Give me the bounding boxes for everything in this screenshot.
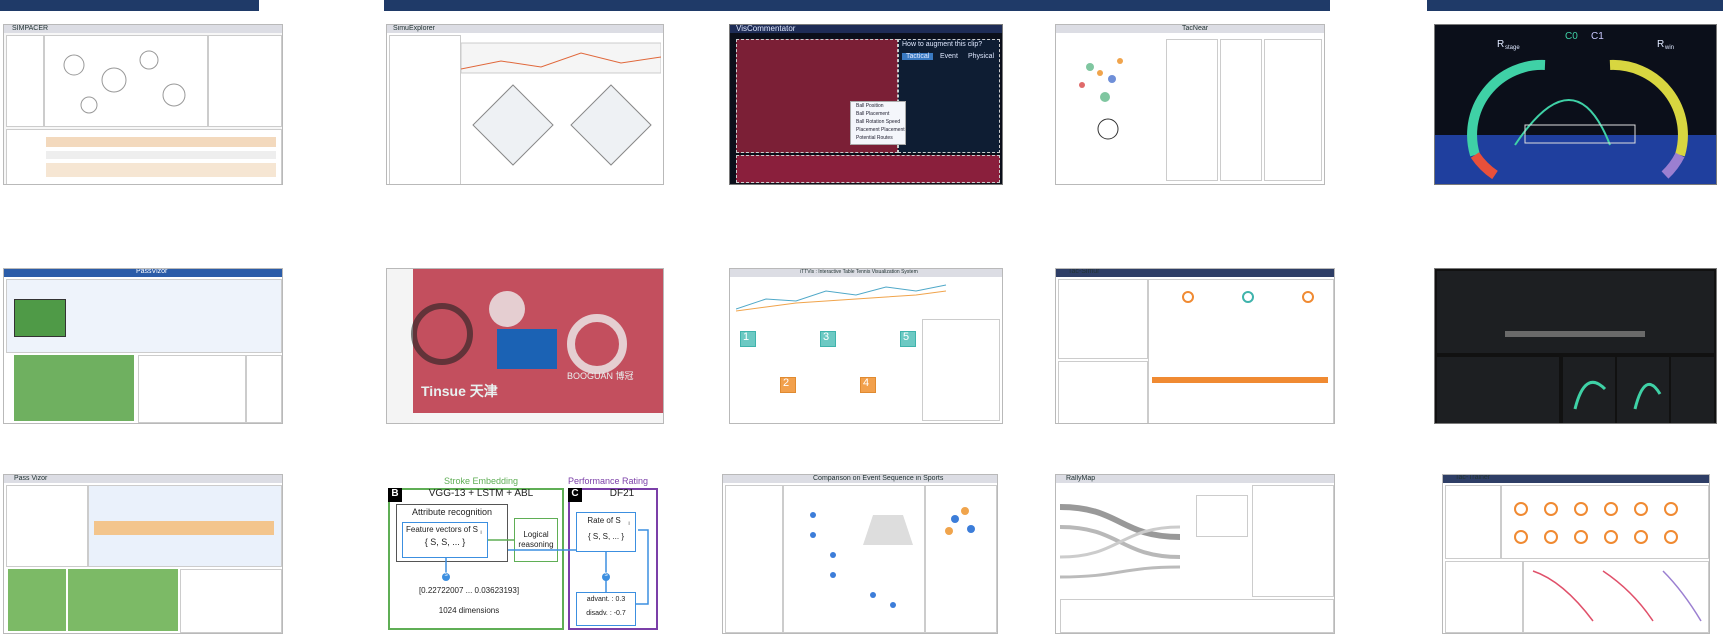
dot-cluster: [945, 507, 975, 535]
menu-event[interactable]: Event: [940, 53, 958, 60]
tile-title: Pass Vizor: [14, 475, 48, 482]
popup-item[interactable]: Ball Position: [856, 103, 884, 109]
scatter-glyphs: [63, 50, 186, 114]
ring-glyphs: [1514, 502, 1678, 544]
window-header: [1056, 475, 1334, 483]
menu-tactical[interactable]: Tactical: [902, 53, 934, 60]
banner-tinsue: Tinsue 天津: [421, 383, 498, 399]
header-bar-right: [1427, 0, 1723, 11]
thumbnail-video[interactable]: Tinsue 天津 BOOGUAN 博冠: [386, 268, 664, 424]
header-bar-center: [384, 0, 1330, 11]
menu-physical[interactable]: Physical: [968, 53, 994, 60]
number-5: 5: [903, 331, 910, 343]
glyph-panel: [246, 355, 282, 423]
number-2: 2: [783, 377, 790, 389]
orange-strip: [1152, 377, 1328, 383]
detail-grid: [922, 319, 1000, 421]
thumbnail-stroke-embedding[interactable]: Stroke Embedding Performance Rating B C …: [386, 474, 664, 634]
disadvantage-label: disadv. : -0.7: [586, 610, 626, 617]
court-column: [1220, 39, 1262, 181]
tactic-view: [1058, 361, 1148, 423]
histogram-column: [1264, 39, 1322, 181]
thumbnail-ittvis[interactable]: iTTVis : Interactive Table Tennis Visual…: [729, 268, 1003, 424]
s-label-left: S: [444, 572, 448, 578]
label-r-stage-sub: stage: [1505, 45, 1520, 51]
line-chart: [138, 355, 246, 423]
popup-item[interactable]: Ball Rotation Speed: [856, 119, 900, 125]
thumbnail-event-sequence[interactable]: Comparison on Event Sequence in Sports: [722, 474, 998, 634]
pitch-main: [14, 355, 134, 421]
cluster-scatter: [1079, 58, 1123, 140]
legend-c0: C0: [1565, 31, 1578, 42]
right-panel: [1252, 485, 1334, 597]
augment-question: How to augment this clip?: [902, 41, 983, 48]
tile-title: Comparison on Event Sequence in Sports: [813, 475, 944, 482]
s-label-right: S: [604, 572, 608, 578]
court-column: [1166, 39, 1218, 181]
court-inset: [1196, 495, 1248, 537]
3d-curves: [1532, 570, 1702, 622]
number-1: 1: [743, 331, 750, 343]
label-r-stage: R: [1497, 39, 1505, 50]
left-panel: [725, 485, 783, 633]
popup-item[interactable]: Potential Routes: [856, 135, 893, 141]
number-4: 4: [863, 377, 870, 389]
popup-item[interactable]: Placement Placement: [856, 127, 905, 133]
chart-panel: [180, 569, 282, 633]
thumbnail-tacnear[interactable]: TacNear: [1055, 24, 1325, 185]
advantage-label: advant. : 0.3: [586, 596, 626, 603]
tile-title: Tac-Simur: [1068, 268, 1100, 275]
thumbnail-viscommentator[interactable]: VisCommentator How to augment this clip?…: [729, 24, 1003, 185]
thumbnail-simuexplorer[interactable]: SimuExplorer: [386, 24, 664, 185]
trajectories: [1505, 331, 1662, 410]
dimensions-label: 1024 dimensions: [438, 606, 500, 615]
tile-title: VisCommentator: [736, 24, 796, 33]
thumbnail-tac-trainer[interactable]: Tac-Trainer: [1442, 474, 1710, 634]
thumbnail-pass-vizor[interactable]: Pass Vizor: [3, 474, 283, 634]
banner-booguan: BOOGUAN 博冠: [567, 371, 634, 381]
vector-values: [0.22722007 ... 0.03623193]: [418, 586, 520, 595]
score-lines: [736, 284, 947, 312]
side-panel: [389, 35, 461, 184]
sequence-nodes: [810, 512, 913, 608]
tile-title: Tac-Trainer: [1455, 474, 1491, 481]
orange-band: [94, 521, 274, 535]
table-panel: [1445, 561, 1523, 633]
video-controls[interactable]: [413, 413, 663, 423]
label-r-win: R: [1657, 39, 1665, 50]
bottom-panel: [1060, 599, 1334, 633]
tile-title: RallyMap: [1066, 475, 1096, 482]
thumbnail-rallymap[interactable]: RallyMap: [1055, 474, 1335, 634]
thumbnail-simpacer[interactable]: SIMPACER: [3, 24, 283, 185]
flow-panel: [6, 485, 88, 567]
tile-title: TacNear: [1182, 25, 1209, 32]
popup-item[interactable]: Ball Placement: [856, 111, 889, 117]
player-view: [1058, 279, 1148, 359]
player-panel: [1445, 485, 1501, 559]
thumbnail-3d-racket[interactable]: [1434, 268, 1717, 424]
label-r-win-sub: win: [1665, 45, 1675, 51]
tile-title: SIMPACER: [12, 25, 49, 32]
tile-title: iTTVis : Interactive Table Tennis Visual…: [800, 269, 918, 275]
filmstrip: [736, 155, 1000, 183]
number-3: 3: [823, 331, 830, 343]
thumbnail-passvizor[interactable]: PassVizor: [3, 268, 283, 424]
pitch-1: [8, 569, 66, 631]
pitch-2: [68, 569, 178, 631]
player-list: [208, 35, 282, 127]
radial-chart: [1435, 59, 1716, 184]
header-bar-left: [0, 0, 259, 11]
summary-panel: [6, 35, 44, 127]
thumbnail-tac-simur[interactable]: Tac-Simur: [1055, 268, 1335, 424]
tile-title: PassVizor: [136, 268, 168, 275]
thumbnail-3d-tennis[interactable]: C0 C1 R stage R win: [1434, 24, 1717, 185]
tile-title: SimuExplorer: [393, 25, 436, 32]
diamond-matrices: [461, 42, 661, 166]
timeline-bars: [46, 137, 276, 177]
legend-c1: C1: [1591, 31, 1604, 42]
pitch-inset: [14, 299, 66, 337]
node-rings: [1182, 291, 1314, 303]
